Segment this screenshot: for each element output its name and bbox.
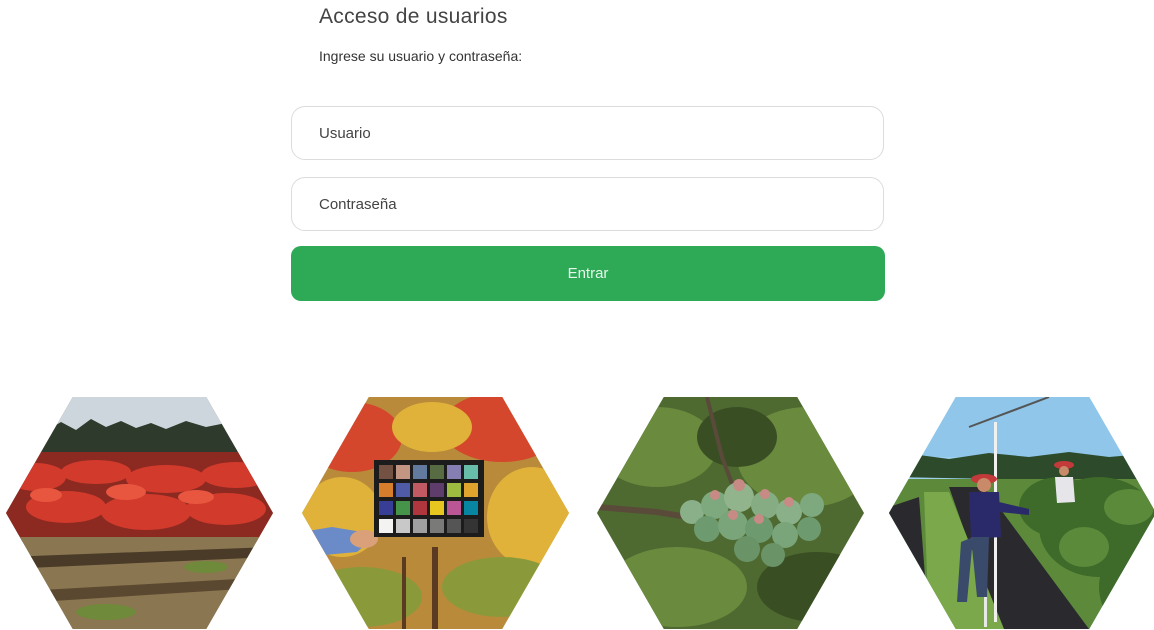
blueberry-cluster-photo xyxy=(597,397,864,629)
login-page: Acceso de usuarios Ingrese su usuario y … xyxy=(0,0,1154,630)
login-button[interactable]: Entrar xyxy=(291,246,885,301)
username-input[interactable] xyxy=(291,106,884,160)
color-checker-chart-photo xyxy=(302,397,569,629)
password-input[interactable] xyxy=(291,177,884,231)
blueberry-field-red-foliage-photo xyxy=(6,397,273,629)
page-title: Acceso de usuarios xyxy=(319,5,508,28)
field-workers-photo xyxy=(889,397,1154,629)
login-instructions: Ingrese su usuario y contraseña: xyxy=(319,48,523,64)
